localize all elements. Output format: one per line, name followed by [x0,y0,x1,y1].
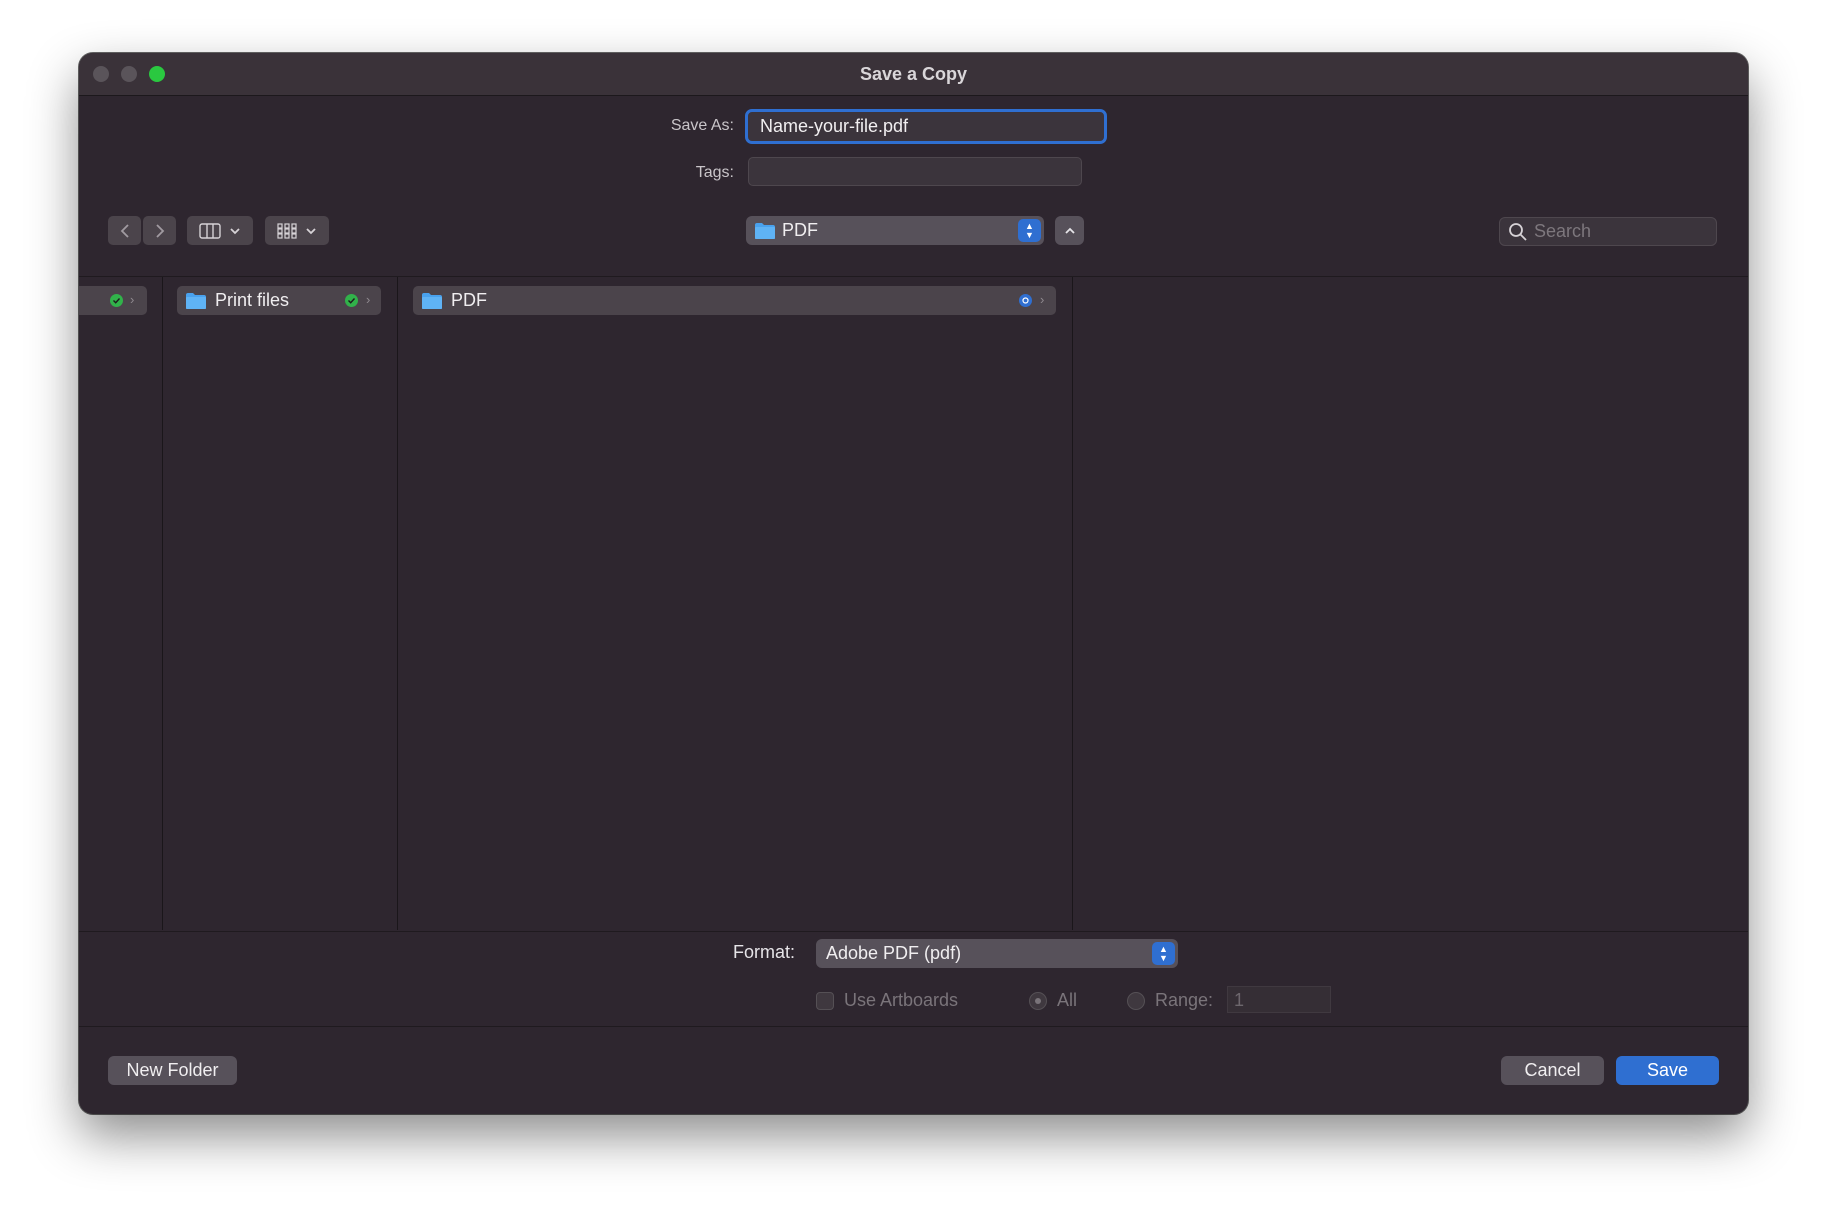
all-option[interactable]: All [1029,990,1077,1011]
chevron-down-icon [230,227,240,234]
chevron-up-icon [1064,227,1075,234]
all-radio[interactable] [1029,991,1047,1010]
browser-column-1: › [79,277,163,930]
footer-divider [79,1026,1748,1027]
view-mode-menu[interactable] [187,216,253,245]
new-folder-button[interactable]: New Folder [108,1056,237,1085]
range-radio[interactable] [1127,991,1145,1010]
column-item-label: Print files [215,290,290,310]
folder-icon [755,222,775,239]
chevron-right-icon: › [130,292,135,307]
save-dialog: Save a Copy Save As: Name-your-file.pdf … [79,53,1748,1114]
folder-icon [186,292,206,309]
window-title: Save a Copy [859,64,968,84]
chevron-right-icon [155,223,164,238]
range-label: Range: [1155,990,1214,1010]
column-item[interactable]: › [79,286,147,315]
group-menu[interactable] [265,216,329,245]
use-artboards-checkbox[interactable] [816,991,834,1010]
up-down-arrows-icon: ▲ ▼ [1152,942,1175,965]
search-icon [1509,222,1527,241]
collapse-dialog-button[interactable] [1055,216,1084,245]
forward-button[interactable] [143,216,176,245]
column-item-print-files[interactable]: Print files › [177,286,381,315]
browser-column-3: PDF › [398,277,1073,930]
file-browser: › Print files › PDF › [79,277,1748,930]
chevron-right-icon: › [366,292,371,307]
range-input[interactable]: 1 [1227,986,1331,1013]
cancel-button[interactable]: Cancel [1501,1056,1604,1085]
use-artboards-option[interactable]: Use Artboards [816,990,958,1011]
save-button[interactable]: Save [1616,1056,1719,1085]
browser-column-2: Print files › [163,277,398,930]
up-down-arrows-icon: ▲ ▼ [1018,219,1041,242]
column-view-button[interactable] [187,216,253,245]
chevron-right-icon: › [1040,292,1045,307]
tags-label: Tags: [695,164,734,181]
synced-check-icon [110,294,123,307]
location-popup-label: PDF [782,220,818,240]
format-popup-label: Adobe PDF (pdf) [826,943,962,963]
use-artboards-label: Use Artboards [844,990,959,1010]
column-item-label: PDF [451,290,487,310]
synced-check-icon [345,294,358,307]
search-placeholder: Search [1534,221,1592,241]
columns-icon [199,222,221,239]
column-item-pdf[interactable]: PDF › [413,286,1056,315]
chevron-down-icon [306,227,316,234]
search-input[interactable]: Search [1499,217,1717,246]
sync-icon [1019,294,1032,307]
location-popup[interactable]: PDF ▲ ▼ [746,216,1044,245]
back-button[interactable] [108,216,141,245]
back-forward-buttons [108,216,176,245]
title-bar: Save a Copy [79,53,1748,96]
chevron-left-icon [120,223,129,238]
tags-input[interactable] [748,157,1082,186]
grid-icon [277,222,297,239]
save-as-input[interactable]: Name-your-file.pdf [745,109,1107,144]
folder-icon [422,292,442,309]
group-button[interactable] [265,216,329,245]
format-label: Format: [733,942,796,962]
save-as-label: Save As: [670,117,734,134]
all-label: All [1057,990,1078,1010]
format-popup[interactable]: Adobe PDF (pdf) ▲ ▼ [816,939,1178,968]
range-option[interactable]: Range: [1127,990,1213,1011]
browser-divider [79,931,1748,932]
